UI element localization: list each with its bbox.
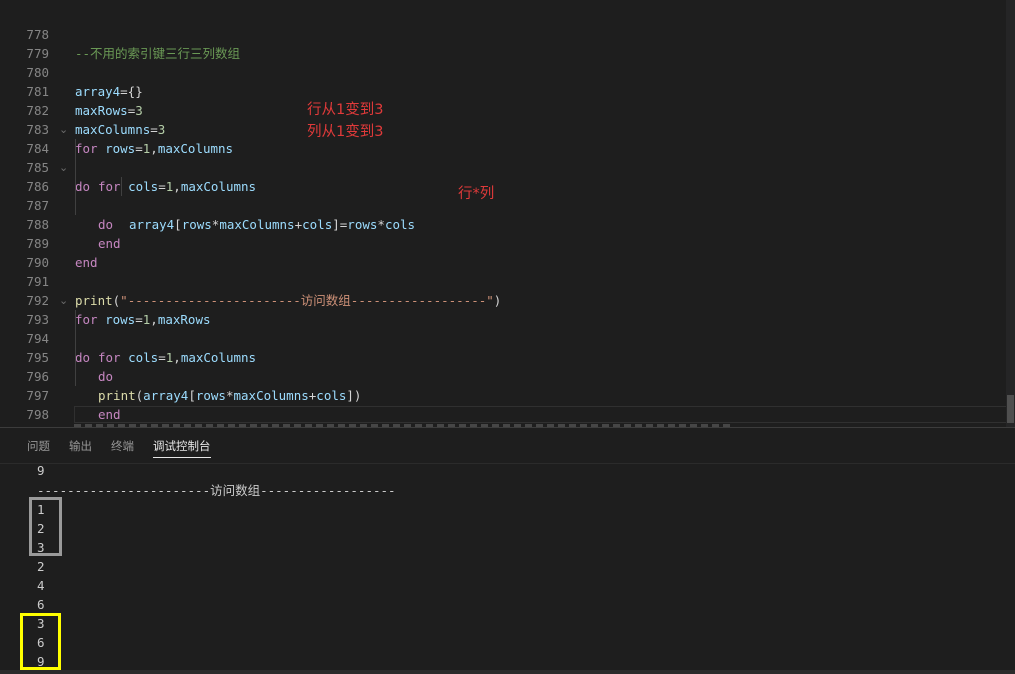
code-line[interactable]: 780 array4={} (0, 44, 1015, 99)
tab-problems[interactable]: 问题 (27, 438, 50, 455)
code-line[interactable]: 778 --不用的索引键三行三列数组 (0, 6, 1015, 61)
highlight-box-yellow (20, 613, 61, 670)
code-line[interactable]: 785 for cols=1,maxColumns (0, 139, 1015, 194)
code-line[interactable]: 791 print("-----------------------访问数组--… (0, 253, 1015, 308)
code-line[interactable]: 782 maxColumns=3 (0, 82, 1015, 137)
code-line[interactable]: 795 do (0, 329, 1015, 384)
tab-output[interactable]: 输出 (69, 438, 92, 455)
code-line-current[interactable]: 799 (0, 405, 1015, 427)
annotation-rows-range: 行从1变到3 (307, 102, 384, 118)
code-line[interactable]: 786 ⌄ do (0, 158, 1015, 232)
panel-bottom-border (0, 670, 1015, 674)
code-line[interactable]: 789 end (0, 215, 1015, 270)
highlight-box-gray (29, 497, 62, 556)
code-line[interactable]: 792 for rows=1,maxRows (0, 272, 1015, 327)
tab-debug-console[interactable]: 调试控制台 (153, 438, 211, 458)
code-line[interactable]: 787 array4[rows*maxColumns+cols]=rows*co… (0, 177, 1015, 232)
code-line[interactable]: 794 for cols=1,maxColumns (0, 310, 1015, 365)
code-line[interactable]: 797 end (0, 367, 1015, 422)
fold-chevron-icon[interactable]: ⌄ (59, 158, 68, 177)
code-line[interactable]: 796 print(array4[rows*maxColumns+cols]) (0, 348, 1015, 403)
code-line[interactable]: 793 ⌄ do (0, 291, 1015, 365)
console-line: -----------------------访问数组-------------… (37, 483, 396, 498)
editor-scrollbar-thumb[interactable] (1007, 395, 1014, 423)
code-line[interactable]: 784 ⌄ do (0, 120, 1015, 194)
code-line[interactable]: 781 maxRows=3 (0, 63, 1015, 118)
panel-tabs: 问题 输出 终端 调试控制台 (0, 428, 1015, 464)
fold-chevron-icon[interactable]: ⌄ (59, 291, 68, 310)
indent-guide (75, 310, 76, 386)
indent-guide (75, 139, 76, 215)
bottom-panel: 问题 输出 终端 调试控制台 (0, 427, 1015, 674)
code-line[interactable]: 798 end (0, 386, 1015, 427)
console-line: 9 (37, 463, 45, 478)
console-line: 4 (37, 578, 45, 593)
editor-scrollbar[interactable] (1006, 0, 1015, 427)
indent-guide (121, 177, 122, 196)
annotation-cols-range: 列从1变到3 (307, 124, 384, 140)
code-line[interactable]: 779 (0, 25, 1015, 61)
annotation-row-times-col: 行*列 (458, 186, 495, 202)
current-line-highlight (74, 406, 1014, 423)
console-line: 6 (37, 597, 45, 612)
code-editor[interactable]: 778 --不用的索引键三行三列数组 779 780 array4={} 781… (0, 0, 1015, 427)
console-line: 2 (37, 559, 45, 574)
fold-chevron-icon[interactable]: ⌄ (59, 120, 68, 139)
code-line[interactable]: 788 end (0, 196, 1015, 251)
tab-terminal[interactable]: 终端 (111, 438, 134, 455)
code-line[interactable]: 783 for rows=1,maxColumns (0, 101, 1015, 156)
code-line[interactable]: 790 (0, 234, 1015, 270)
